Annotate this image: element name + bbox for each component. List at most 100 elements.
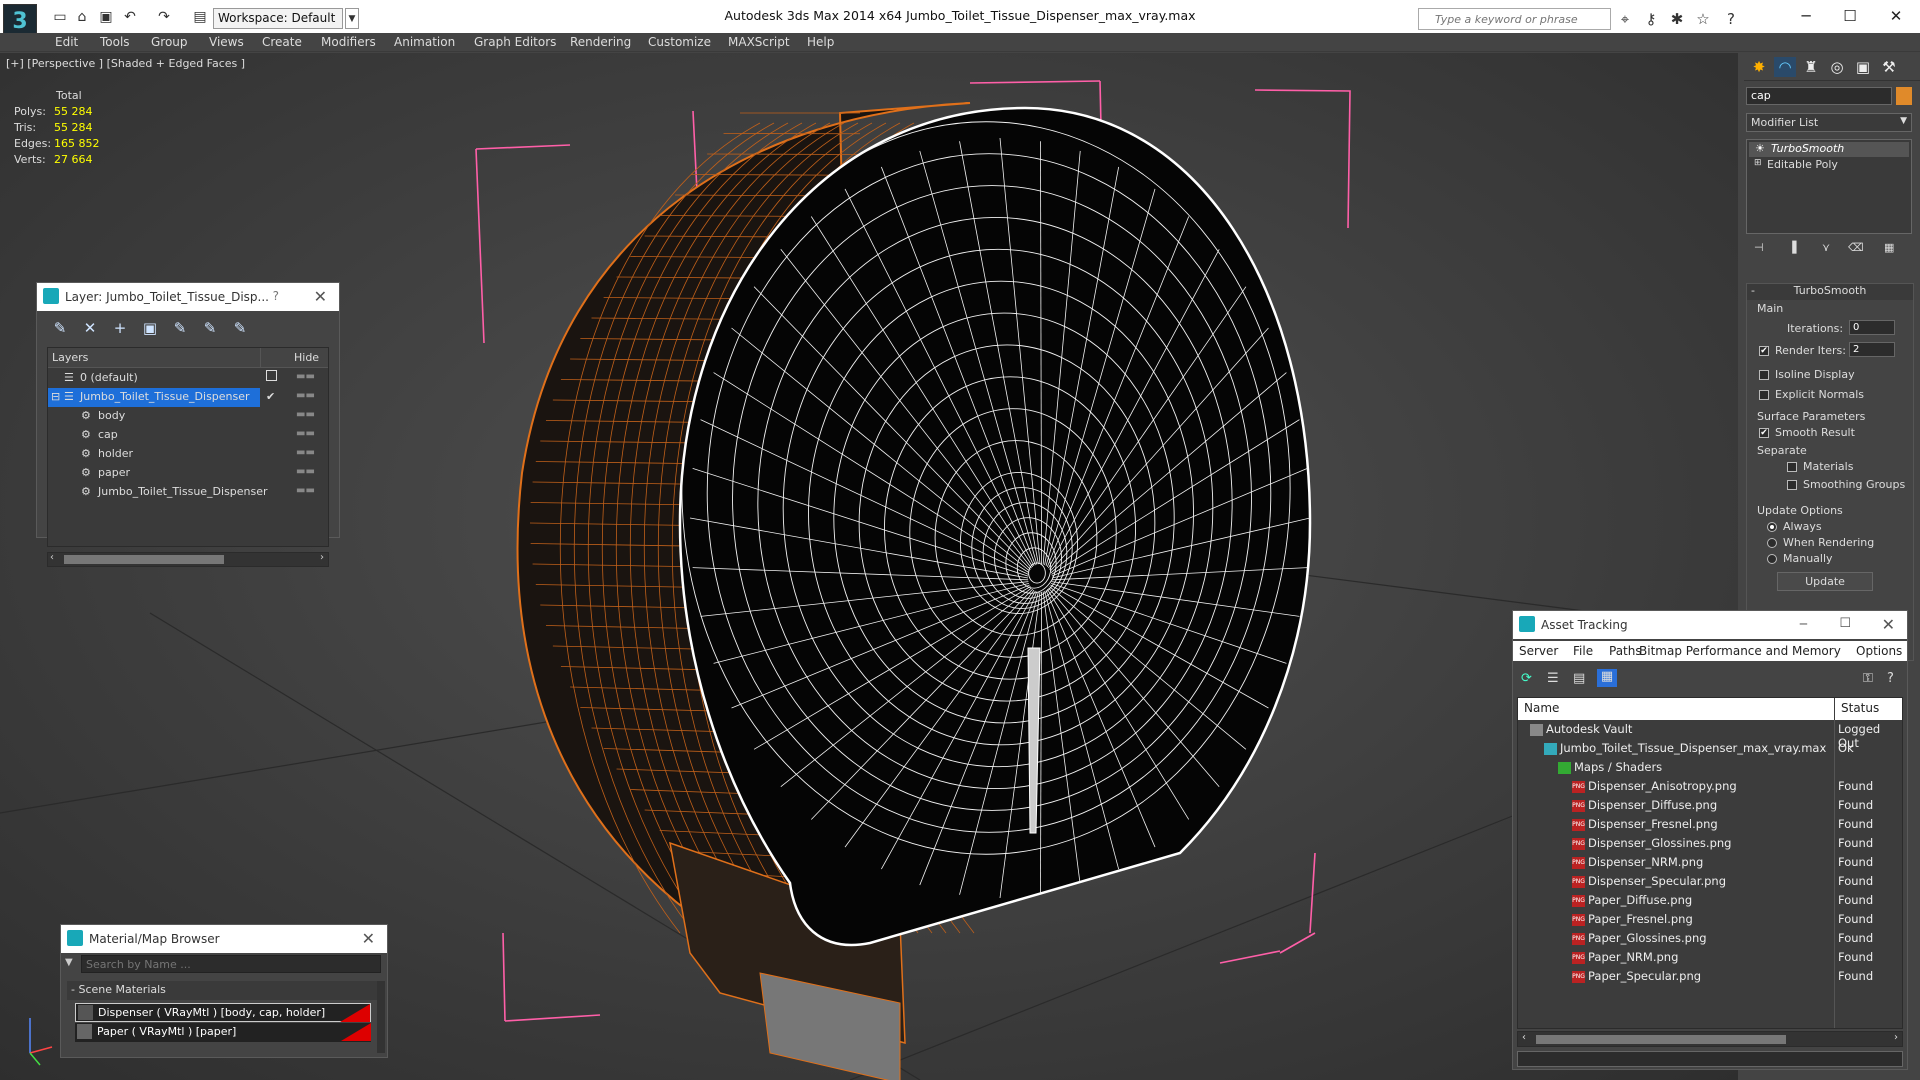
menu-graph-editors[interactable]: Graph Editors [474,35,556,49]
minimize-icon[interactable]: ─ [1800,617,1807,631]
expand-icon[interactable]: ⊞ [1754,158,1762,168]
scroll-right-icon[interactable]: › [1894,1032,1898,1043]
asset-row[interactable]: PNG Paper_Specular.png Found [1518,967,1902,986]
help-icon[interactable]: ? [1887,671,1894,686]
detail-view-icon[interactable]: ▤ [1573,671,1585,686]
asset-menu-options[interactable]: Options [1856,644,1902,658]
asset-row[interactable]: Maps / Shaders [1518,758,1902,777]
scroll-left-icon[interactable]: ‹ [1522,1032,1526,1043]
collapse-icon[interactable]: ⊟ [51,390,60,403]
asset-row[interactable]: Autodesk Vault Logged Out [1518,720,1902,750]
checkmark-icon[interactable]: ✔ [266,390,275,403]
motion-tab-icon[interactable]: ◎ [1826,57,1848,77]
make-unique-icon[interactable]: ⋎ [1822,241,1830,254]
hide-all-icon[interactable]: ✎ [199,319,221,339]
menu-views[interactable]: Views [209,35,244,49]
scene-materials-header[interactable]: - Scene Materials [67,981,377,1000]
material-search-input[interactable] [81,955,381,973]
viewport-label[interactable]: [+] [Perspective ] [Shaded + Edged Faces… [6,57,245,70]
modifier-list-dropdown[interactable]: Modifier List ▼ [1746,113,1912,132]
asset-row[interactable]: PNG Dispenser_Glossines.png Found [1518,834,1902,853]
explicit-normals-checkbox[interactable]: Explicit Normals [1759,388,1864,401]
iterations-spinner[interactable]: 0 [1849,320,1895,335]
object-name-field[interactable]: cap [1746,87,1892,105]
lightbulb-icon[interactable]: ☀ [1755,142,1765,155]
asset-menu-file[interactable]: File [1573,644,1593,658]
update-manually-radio[interactable]: Manually [1767,552,1833,565]
table-view-icon[interactable]: ▦ [1597,669,1617,687]
material-browser-titlebar[interactable]: Material/Map Browser ✕ [61,925,387,953]
workspace-dropdown[interactable]: Workspace: Default [213,8,343,29]
asset-row[interactable]: PNG Dispenser_Fresnel.png Found [1518,815,1902,834]
layer-row-default[interactable]: ☰ 0 (default) ▬▬ [48,369,328,388]
update-when-rendering-radio[interactable]: When Rendering [1767,536,1874,549]
asset-col-status[interactable]: Status [1835,698,1902,720]
menu-customize[interactable]: Customize [648,35,711,49]
filter-chevron-icon[interactable]: ▼ [65,957,73,968]
scroll-left-icon[interactable]: ‹ [50,552,54,563]
layer-object-row[interactable]: ⚙ paper ▬▬ [48,464,328,483]
hierarchy-tab-icon[interactable]: ♜ [1800,57,1822,77]
remove-modifier-icon[interactable]: ⌫ [1848,241,1864,254]
minimize-icon[interactable]: ─ [1786,4,1826,28]
layer-object-row[interactable]: ⚙ cap ▬▬ [48,426,328,445]
asset-row[interactable]: PNG Paper_Fresnel.png Found [1518,910,1902,929]
create-tab-icon[interactable]: ✸ [1748,57,1770,77]
layer-panel-titlebar[interactable]: Layer: Jumbo_Toilet_Tissue_Disp... ? ✕ [37,283,339,311]
render-iters-spinner[interactable]: 2 [1849,342,1895,357]
menu-edit[interactable]: Edit [55,35,78,49]
display-tab-icon[interactable]: ▣ [1852,57,1874,77]
star-icon[interactable]: ☆ [1692,9,1714,29]
close-icon[interactable]: ✕ [362,929,375,948]
new-file-icon[interactable]: ▭ [50,8,70,26]
show-end-result-icon[interactable]: ▐ [1788,241,1796,254]
chevron-down-icon[interactable]: ▼ [345,8,359,29]
layer-object-row[interactable]: ⚙ body ▬▬ [48,407,328,426]
help-icon[interactable]: ? [273,289,279,303]
freeze-all-icon[interactable]: ✎ [229,319,251,339]
render-iters-checkbox[interactable]: ✔ Render Iters: [1759,344,1846,357]
separate-smoothing-groups-checkbox[interactable]: Smoothing Groups [1787,478,1905,491]
menu-animation[interactable]: Animation [394,35,455,49]
asset-col-name[interactable]: Name [1518,698,1834,720]
new-layer-icon[interactable]: ✎ [49,319,71,339]
menu-group[interactable]: Group [151,35,188,49]
select-layer-objects-icon[interactable]: ▣ [139,319,161,339]
configure-modifier-sets-icon[interactable]: ▦ [1884,241,1894,254]
isoline-display-checkbox[interactable]: Isoline Display [1759,368,1855,381]
close-icon[interactable]: ✕ [1882,615,1895,634]
asset-row[interactable]: PNG Dispenser_Diffuse.png Found [1518,796,1902,815]
project-folder-icon[interactable]: ▤ [190,8,210,26]
asset-row[interactable]: PNG Dispenser_NRM.png Found [1518,853,1902,872]
help-icon[interactable]: ? [1720,9,1742,29]
asset-tracking-panel[interactable]: Asset Tracking ─ ☐ ✕ Server File Paths B… [1512,610,1908,1070]
redo-icon[interactable]: ↷ [154,8,174,26]
material-item[interactable]: Dispenser ( VRayMtl ) [body, cap, holder… [75,1003,371,1022]
scroll-thumb[interactable] [64,555,224,564]
layer-object-row[interactable]: ⚙ Jumbo_Toilet_Tissue_Dispenser ▬▬ [48,483,328,502]
list-view-icon[interactable]: ☰ [1547,671,1559,686]
maximize-icon[interactable]: ☐ [1839,616,1851,631]
stack-item-editable-poly[interactable]: ⊞ Editable Poly [1749,158,1909,173]
highlight-layer-icon[interactable]: ✎ [169,319,191,339]
layer-manager-panel[interactable]: Layer: Jumbo_Toilet_Tissue_Disp... ? ✕ ✎… [36,282,340,567]
menu-rendering[interactable]: Rendering [570,35,631,49]
add-to-layer-icon[interactable]: + [109,319,131,339]
asset-row[interactable]: PNG Paper_Diffuse.png Found [1518,891,1902,910]
community-icon[interactable]: ✱ [1666,9,1688,29]
menu-create[interactable]: Create [262,35,302,49]
save-file-icon[interactable]: ▣ [96,8,116,26]
layer-object-row[interactable]: ⚙ holder ▬▬ [48,445,328,464]
smooth-result-checkbox[interactable]: ✔ Smooth Result [1759,426,1855,439]
material-list-scrollbar[interactable] [377,981,385,1053]
close-icon[interactable]: ✕ [314,287,327,306]
modify-tab-icon[interactable]: ◠ [1774,57,1796,77]
object-color-swatch[interactable] [1896,87,1912,105]
material-browser-panel[interactable]: Material/Map Browser ✕ ▼ - Scene Materia… [60,924,388,1058]
asset-row[interactable]: PNG Paper_Glossines.png Found [1518,929,1902,948]
utilities-tab-icon[interactable]: ⚒ [1878,57,1900,77]
search-input[interactable] [1418,8,1611,30]
close-icon[interactable]: ✕ [1876,4,1916,28]
update-always-radio[interactable]: Always [1767,520,1822,533]
undo-icon[interactable]: ↶ [120,8,140,26]
